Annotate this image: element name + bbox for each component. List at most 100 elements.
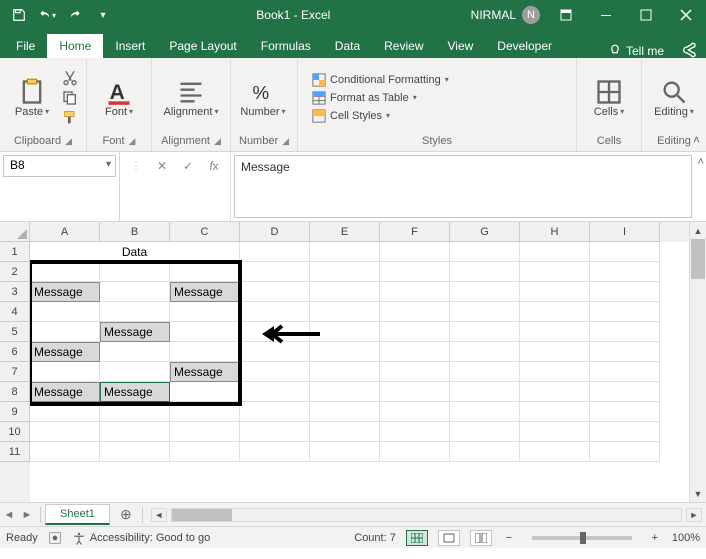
col-header-f[interactable]: F (380, 222, 450, 242)
cell[interactable] (240, 242, 310, 262)
cell[interactable] (450, 242, 520, 262)
cell[interactable] (450, 302, 520, 322)
cell[interactable] (240, 302, 310, 322)
col-header-b[interactable]: B (100, 222, 170, 242)
cell[interactable] (450, 322, 520, 342)
cell[interactable] (380, 302, 450, 322)
user-account[interactable]: NIRMAL N (465, 6, 546, 24)
cell[interactable] (590, 322, 660, 342)
cell[interactable] (590, 422, 660, 442)
name-box[interactable]: B8 (3, 155, 116, 177)
qat-customize-button[interactable]: ▾ (92, 4, 114, 26)
select-all-button[interactable] (0, 222, 30, 242)
tab-formulas[interactable]: Formulas (249, 34, 323, 58)
page-break-view-button[interactable] (470, 530, 492, 546)
tab-developer[interactable]: Developer (485, 34, 564, 58)
cell[interactable] (100, 282, 170, 302)
cell[interactable] (520, 322, 590, 342)
row-header-11[interactable]: 11 (0, 442, 30, 462)
cell[interactable] (240, 362, 310, 382)
row-header-10[interactable]: 10 (0, 422, 30, 442)
cell[interactable] (240, 262, 310, 282)
cell[interactable] (240, 442, 310, 462)
tab-view[interactable]: View (436, 34, 486, 58)
cell[interactable] (170, 422, 240, 442)
formula-bar[interactable]: Message (234, 155, 692, 218)
cell[interactable] (380, 362, 450, 382)
horizontal-scrollbar[interactable] (171, 508, 682, 522)
row-header-9[interactable]: 9 (0, 402, 30, 422)
tab-data[interactable]: Data (323, 34, 372, 58)
enter-formula-button[interactable]: ✓ (176, 156, 200, 176)
cell[interactable] (310, 262, 380, 282)
formula-bar-toggle[interactable]: ˄ (698, 156, 704, 168)
cell[interactable] (520, 442, 590, 462)
col-header-e[interactable]: E (310, 222, 380, 242)
font-launcher[interactable]: ◢ (129, 136, 136, 147)
cell[interactable] (520, 342, 590, 362)
cell[interactable] (310, 242, 380, 262)
cell[interactable] (240, 322, 310, 342)
hscroll-thumb[interactable] (172, 509, 232, 521)
cell[interactable] (450, 402, 520, 422)
cell[interactable] (520, 422, 590, 442)
cell[interactable] (380, 242, 450, 262)
cell-b5[interactable]: Message (100, 322, 170, 342)
number-launcher[interactable]: ◢ (282, 136, 289, 147)
copy-button[interactable] (62, 90, 78, 106)
cell[interactable] (30, 262, 100, 282)
minimize-button[interactable] (586, 0, 626, 30)
cell[interactable] (590, 382, 660, 402)
tab-file[interactable]: File (4, 34, 47, 58)
col-header-c[interactable]: C (170, 222, 240, 242)
tab-home[interactable]: Home (47, 34, 103, 58)
zoom-in-button[interactable]: + (648, 532, 662, 544)
cell[interactable] (450, 382, 520, 402)
cell[interactable] (30, 362, 100, 382)
hscroll-left[interactable]: ◄ (151, 508, 167, 522)
paste-button[interactable]: Paste▾ (8, 65, 56, 131)
tab-insert[interactable]: Insert (103, 34, 157, 58)
cell[interactable] (450, 282, 520, 302)
hscroll-right[interactable]: ► (686, 508, 702, 522)
number-button[interactable]: % Number▾ (239, 65, 287, 131)
cell[interactable] (30, 422, 100, 442)
cell-c7[interactable]: Message (170, 362, 240, 382)
cell[interactable] (590, 342, 660, 362)
alignment-launcher[interactable]: ◢ (214, 136, 221, 147)
cell[interactable] (380, 402, 450, 422)
cell[interactable] (100, 362, 170, 382)
row-header-6[interactable]: 6 (0, 342, 30, 362)
cell[interactable] (380, 322, 450, 342)
page-layout-view-button[interactable] (438, 530, 460, 546)
conditional-formatting-button[interactable]: Conditional Formatting ▾ (308, 72, 453, 88)
cut-button[interactable] (62, 70, 78, 86)
vscroll-thumb[interactable] (691, 239, 705, 279)
cell[interactable] (310, 402, 380, 422)
cell[interactable] (100, 442, 170, 462)
cell[interactable] (380, 342, 450, 362)
cell[interactable] (240, 342, 310, 362)
close-button[interactable] (666, 0, 706, 30)
scroll-up-button[interactable]: ▲ (690, 222, 706, 239)
cell[interactable] (310, 342, 380, 362)
cells-button[interactable]: Cells▾ (585, 65, 633, 131)
cell[interactable] (240, 382, 310, 402)
cell[interactable] (380, 282, 450, 302)
format-painter-button[interactable] (62, 110, 78, 126)
clipboard-launcher[interactable]: ◢ (65, 136, 72, 147)
zoom-knob[interactable] (580, 532, 586, 544)
cells-area[interactable]: /* grid drawn via absolute cells below f… (30, 242, 689, 502)
cell[interactable] (520, 382, 590, 402)
row-header-7[interactable]: 7 (0, 362, 30, 382)
cell[interactable] (450, 442, 520, 462)
cell[interactable] (310, 362, 380, 382)
sheet-tab-sheet1[interactable]: Sheet1 (45, 504, 110, 525)
col-header-h[interactable]: H (520, 222, 590, 242)
row-header-2[interactable]: 2 (0, 262, 30, 282)
cell[interactable] (450, 362, 520, 382)
font-button[interactable]: A Font▾ (95, 65, 143, 131)
accessibility-status[interactable]: Accessibility: Good to go (72, 531, 210, 545)
cell[interactable] (520, 402, 590, 422)
col-header-a[interactable]: A (30, 222, 100, 242)
